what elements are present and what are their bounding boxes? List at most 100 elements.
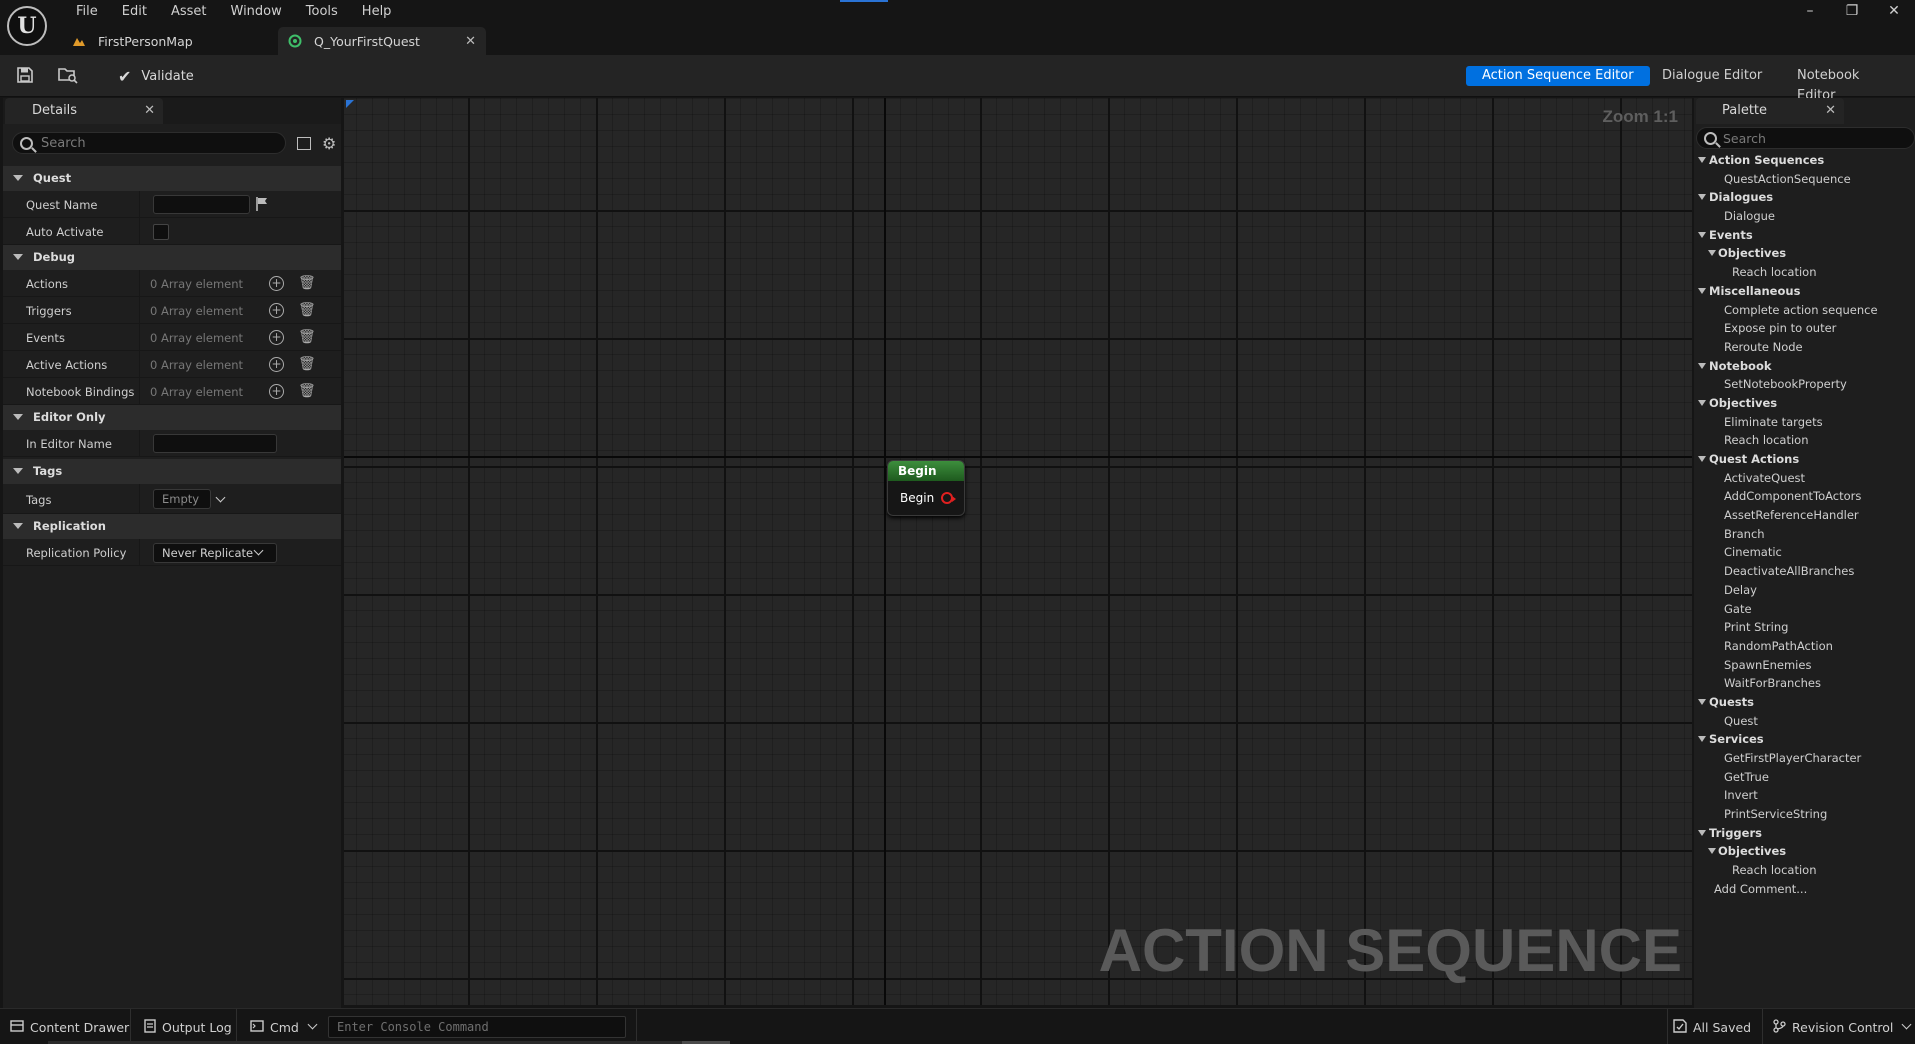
category-editor-only[interactable]: Editor Only (3, 405, 341, 430)
palette-category[interactable]: Objectives (1694, 842, 1915, 861)
content-drawer-button[interactable]: Content Drawer (10, 1015, 129, 1039)
trash-icon[interactable]: 🗑 (298, 329, 316, 345)
palette-category[interactable]: Objectives (1694, 394, 1915, 413)
column-divider[interactable] (139, 218, 140, 245)
validate-button[interactable]: ✔ Validate (118, 65, 194, 87)
category-replication[interactable]: Replication (3, 514, 341, 539)
menu-tools[interactable]: Tools (294, 2, 350, 22)
add-element-icon[interactable]: + (269, 357, 284, 372)
palette-item[interactable]: Invert (1694, 786, 1915, 805)
quest-name-input[interactable] (153, 195, 250, 214)
palette-category[interactable]: Triggers (1694, 824, 1915, 843)
unreal-logo-icon[interactable]: U (7, 6, 47, 46)
menu-window[interactable]: Window (219, 2, 294, 22)
collapse-arrow-icon[interactable] (1698, 157, 1706, 163)
palette-category[interactable]: Objectives (1694, 244, 1915, 263)
palette-item[interactable]: GetTrue (1694, 768, 1915, 787)
console-command-input[interactable] (329, 1017, 625, 1037)
collapse-arrow-icon[interactable] (1698, 287, 1706, 294)
palette-item[interactable]: Quest (1694, 712, 1915, 731)
palette-item[interactable]: Complete action sequence (1694, 301, 1915, 320)
cmd-dropdown[interactable]: Cmd (250, 1015, 318, 1039)
palette-item[interactable]: Branch (1694, 525, 1915, 544)
details-tab[interactable]: Details ✕ (5, 98, 163, 124)
trash-icon[interactable]: 🗑 (298, 275, 316, 291)
column-divider[interactable] (139, 484, 140, 514)
palette-item[interactable]: Dialogue (1694, 207, 1915, 226)
add-element-icon[interactable]: + (269, 384, 284, 399)
collapse-arrow-icon[interactable] (1698, 231, 1706, 238)
column-divider[interactable] (139, 324, 140, 351)
category-tags[interactable]: Tags (3, 459, 341, 484)
palette-item[interactable]: RandomPathAction (1694, 637, 1915, 656)
palette-category[interactable]: Events (1694, 226, 1915, 245)
tags-value[interactable]: Empty (153, 489, 211, 509)
collapse-arrow-icon[interactable] (1698, 829, 1706, 836)
palette-item[interactable]: ActivateQuest (1694, 469, 1915, 488)
palette-category[interactable]: Quest Actions (1694, 450, 1915, 469)
palette-item[interactable]: Eliminate targets (1694, 413, 1915, 432)
palette-category[interactable]: Dialogues (1694, 188, 1915, 207)
property-matrix-icon[interactable] (297, 137, 311, 150)
palette-category[interactable]: Miscellaneous (1694, 282, 1915, 301)
dialogue-editor-button[interactable]: Dialogue Editor (1646, 66, 1778, 86)
chevron-down-icon[interactable] (215, 492, 226, 503)
notebook-editor-button[interactable]: Notebook Editor (1781, 66, 1915, 103)
in-editor-name-input[interactable] (153, 434, 277, 453)
column-divider[interactable] (139, 297, 140, 324)
palette-item[interactable]: Print String (1694, 618, 1915, 637)
add-element-icon[interactable]: + (269, 330, 284, 345)
palette-item[interactable]: PrintServiceString (1694, 805, 1915, 824)
restore-icon[interactable]: ❐ (1831, 0, 1873, 22)
palette-category[interactable]: Quests (1694, 693, 1915, 712)
collapse-arrow-icon[interactable] (1708, 250, 1716, 257)
palette-tab[interactable]: Palette ✕ (1696, 98, 1844, 124)
collapse-arrow-icon[interactable] (1698, 194, 1706, 201)
flag-icon[interactable] (255, 196, 269, 215)
all-saved-button[interactable]: All Saved (1673, 1015, 1751, 1039)
tab-first-person-map[interactable]: FirstPersonMap (62, 27, 274, 55)
output-log-button[interactable]: Output Log (144, 1015, 232, 1039)
category-debug[interactable]: Debug (3, 245, 341, 270)
collapse-arrow-icon[interactable] (1698, 736, 1706, 743)
menu-help[interactable]: Help (350, 2, 404, 22)
palette-item[interactable]: SetNotebookProperty (1694, 375, 1915, 394)
collapse-arrow-icon[interactable] (1698, 698, 1706, 705)
palette-item[interactable]: Expose pin to outer (1694, 319, 1915, 338)
exec-pin-icon[interactable] (941, 492, 956, 504)
palette-category[interactable]: Services (1694, 730, 1915, 749)
close-palette-icon[interactable]: ✕ (1825, 98, 1836, 124)
auto-activate-checkbox[interactable] (153, 224, 169, 240)
palette-item[interactable]: Add Comment... (1694, 880, 1915, 899)
palette-item[interactable]: AddComponentToActors (1694, 487, 1915, 506)
add-element-icon[interactable]: + (269, 303, 284, 318)
begin-node[interactable]: Begin Begin (887, 460, 965, 516)
menu-file[interactable]: File (64, 2, 110, 22)
trash-icon[interactable]: 🗑 (298, 302, 316, 318)
close-tab-icon[interactable]: ✕ (465, 34, 476, 49)
palette-item[interactable]: WaitForBranches (1694, 674, 1915, 693)
column-divider[interactable] (139, 351, 140, 378)
close-window-icon[interactable]: ✕ (1873, 0, 1915, 22)
menu-edit[interactable]: Edit (110, 2, 159, 22)
minimize-icon[interactable]: – (1789, 0, 1831, 22)
category-quest[interactable]: Quest (3, 166, 341, 191)
tab-your-first-quest[interactable]: Q_YourFirstQuest ✕ (278, 27, 486, 55)
palette-search-input[interactable] (1723, 131, 1903, 146)
palette-item[interactable]: AssetReferenceHandler (1694, 506, 1915, 525)
palette-item[interactable]: QuestActionSequence (1694, 170, 1915, 189)
graph-canvas[interactable]: Zoom 1:1 ACTION SEQUENCE Begin Begin (344, 98, 1692, 1005)
details-search-input[interactable] (41, 136, 271, 151)
palette-item[interactable]: SpawnEnemies (1694, 656, 1915, 675)
gear-icon[interactable]: ⚙ (322, 134, 336, 153)
palette-item[interactable]: Reach location (1694, 263, 1915, 282)
close-details-icon[interactable]: ✕ (144, 98, 155, 124)
palette-item[interactable]: Gate (1694, 600, 1915, 619)
palette-item[interactable]: GetFirstPlayerCharacter (1694, 749, 1915, 768)
browse-asset-icon[interactable] (58, 66, 78, 86)
add-element-icon[interactable]: + (269, 276, 284, 291)
action-sequence-editor-button[interactable]: Action Sequence Editor (1466, 66, 1650, 86)
column-divider[interactable] (139, 191, 140, 218)
palette-category[interactable]: Notebook (1694, 357, 1915, 376)
palette-item[interactable]: Cinematic (1694, 543, 1915, 562)
